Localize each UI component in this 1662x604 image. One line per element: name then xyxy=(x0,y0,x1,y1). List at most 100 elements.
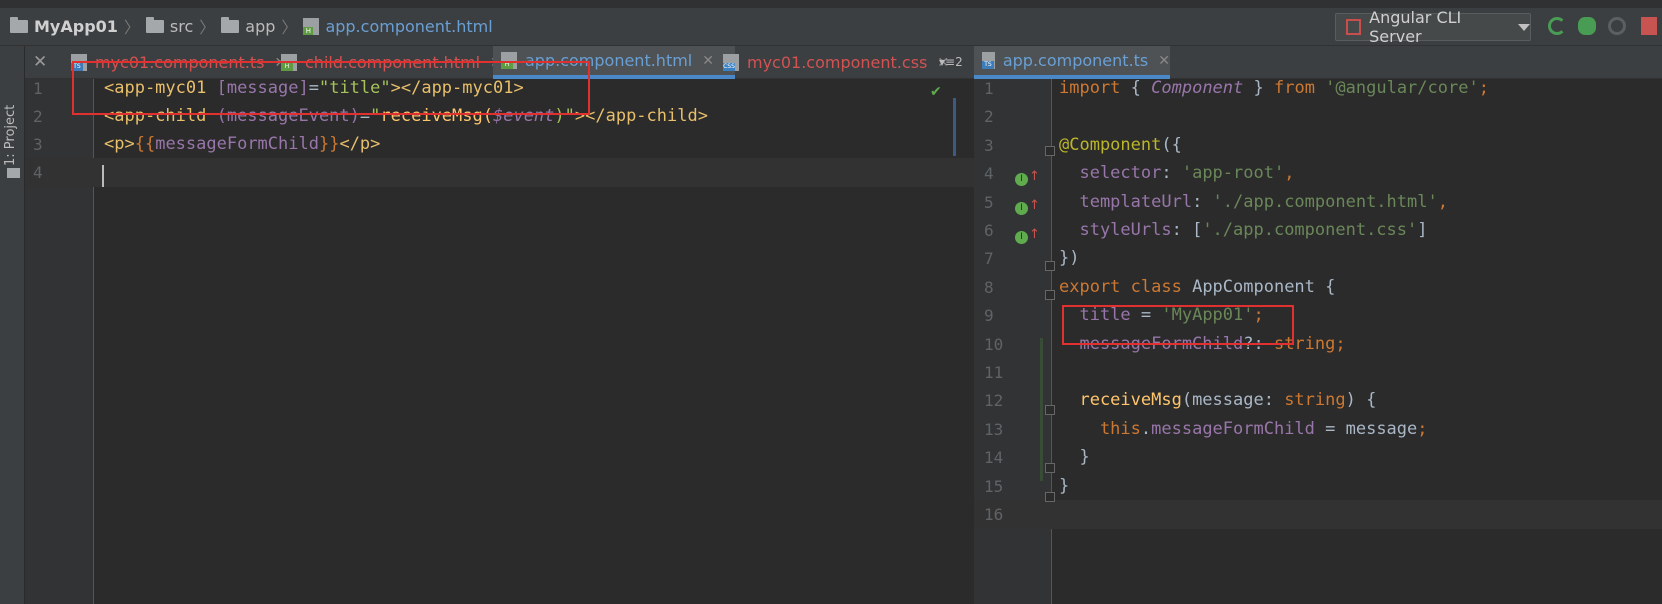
project-tool-window-button[interactable]: 1: Project xyxy=(3,100,18,166)
html-editor[interactable]: 1 <app-myc01 [message]="title"></app-myc0… xyxy=(25,78,974,604)
breadcrumb-src[interactable]: src xyxy=(145,16,193,36)
code-token: } xyxy=(1059,475,1070,496)
implemented-icon[interactable]: I xyxy=(1015,173,1028,186)
code-token: ({ xyxy=(1161,134,1182,155)
code-line[interactable]: 11 xyxy=(974,358,1662,387)
line-number: 4 xyxy=(984,164,994,184)
code-line[interactable]: 8 export class AppComponent { xyxy=(974,273,1662,302)
debug-bug-icon[interactable] xyxy=(1578,17,1596,35)
code-token: this xyxy=(1059,418,1141,439)
code-token: import xyxy=(1059,78,1131,98)
code-token: './app.component.css' xyxy=(1202,220,1418,240)
code-line[interactable]: 13 this.messageFormChild = message; xyxy=(974,415,1662,444)
breadcrumb: MyApp01 〉 src 〉 app 〉 H app.component.ht… xyxy=(10,14,493,38)
code-token: </p> xyxy=(339,134,381,154)
code-token: './app.component.html' xyxy=(1212,191,1438,212)
line-number: 3 xyxy=(33,135,43,154)
code-token: { xyxy=(1130,78,1152,98)
code-token: ; xyxy=(1478,78,1489,98)
code-token: { xyxy=(1325,276,1336,297)
css-file-icon: CSS xyxy=(723,54,739,71)
code-token: string xyxy=(1284,390,1346,411)
code-text: export class AppComponent { xyxy=(1059,273,1335,302)
fold-icon[interactable] xyxy=(1045,290,1055,300)
code-token: class xyxy=(1130,276,1193,297)
code-token: @Component xyxy=(1059,134,1162,155)
breadcrumb-project[interactable]: MyApp01 xyxy=(10,16,118,36)
code-token: } xyxy=(1243,78,1274,98)
hidden-tabs-count: 2 xyxy=(955,55,963,69)
tool-window-strip: 1: Project xyxy=(0,46,25,604)
stop-icon[interactable] xyxy=(1641,17,1657,35)
breadcrumb-file[interactable]: H app.component.html xyxy=(303,17,493,36)
folder-icon xyxy=(145,16,164,33)
arrow-up-icon: ↑ xyxy=(1029,198,1040,213)
code-line[interactable]: 15} xyxy=(974,472,1662,501)
line-number: 15 xyxy=(984,476,1004,496)
code-line[interactable]: 2 xyxy=(974,102,1662,131)
code-token: 'app-root' xyxy=(1181,163,1285,184)
highlight-box xyxy=(1062,305,1294,345)
implemented-icon[interactable]: I xyxy=(1015,231,1028,244)
code-line[interactable]: 3 @Component({ xyxy=(974,131,1662,160)
code-line[interactable]: 4 xyxy=(25,158,974,187)
code-token: '@angular/core' xyxy=(1325,78,1479,98)
code-token: }} xyxy=(318,134,340,154)
folder-icon xyxy=(221,16,240,33)
code-token: styleUrls xyxy=(1059,220,1172,240)
line-number: 12 xyxy=(984,391,1004,411)
code-token: AppComponent xyxy=(1192,276,1326,297)
run-configuration-select[interactable]: Angular CLI Server xyxy=(1335,8,1531,46)
code-line[interactable]: 1 import { Component } from '@angular/cor… xyxy=(974,74,1662,103)
line-number: 9 xyxy=(984,306,994,326)
line-number: 6 xyxy=(984,221,994,240)
folder-icon xyxy=(10,16,28,33)
line-number: 13 xyxy=(984,419,1004,439)
code-token: . xyxy=(1140,418,1152,439)
chevron-down-icon xyxy=(1518,23,1530,31)
menu-strip xyxy=(0,0,1662,8)
code-line[interactable]: 6 styleUrls: ['./app.component.css'] xyxy=(974,216,1662,245)
fold-icon[interactable] xyxy=(1045,492,1055,502)
fold-icon[interactable] xyxy=(1045,261,1055,271)
line-number: 4 xyxy=(33,163,43,182)
tab-label: myc01.component.css xyxy=(747,53,928,72)
code-token: ) { xyxy=(1345,390,1377,411)
code-text: }) xyxy=(1059,244,1079,273)
code-line[interactable]: 4 selector: 'app-root', xyxy=(974,159,1662,188)
code-line[interactable]: 3 <p>{{messageFormChild}}</p> xyxy=(25,130,974,159)
chevron-right-icon: 〉 xyxy=(123,18,140,37)
code-line[interactable]: 5 templateUrl: './app.component.html', xyxy=(974,188,1662,217)
coverage-icon[interactable] xyxy=(1608,17,1626,35)
hidden-tabs-dropdown[interactable]: ▾≡2 xyxy=(939,55,963,69)
code-text: <p>{{messageFormChild}}</p> xyxy=(104,130,380,159)
arrow-up-icon: ↑ xyxy=(1029,169,1040,184)
run-configuration-label: Angular CLI Server xyxy=(1369,8,1462,46)
code-line[interactable]: 16 xyxy=(974,500,1662,529)
code-token: : [ xyxy=(1171,220,1203,240)
code-line[interactable]: 14 } xyxy=(974,443,1662,472)
breadcrumb-app[interactable]: app xyxy=(221,16,275,36)
code-token: : xyxy=(1161,163,1182,184)
line-number: 11 xyxy=(984,363,1004,382)
code-line[interactable]: 7}) xyxy=(974,244,1662,273)
code-token: ; xyxy=(1335,333,1346,354)
fold-icon[interactable] xyxy=(1045,405,1055,415)
fold-icon[interactable] xyxy=(1045,463,1055,473)
line-number: 10 xyxy=(984,334,1004,354)
code-token: messageFormChild xyxy=(155,134,319,154)
close-icon[interactable]: ✕ xyxy=(702,53,714,69)
code-token: templateUrl xyxy=(1059,191,1193,212)
navigation-bar: MyApp01 〉 src 〉 app 〉 H app.component.ht… xyxy=(0,0,1662,46)
close-icon[interactable]: ✕ xyxy=(1158,53,1170,69)
code-text: styleUrls: ['./app.component.css'] xyxy=(1059,216,1427,245)
code-token: Component xyxy=(1151,78,1244,98)
rerun-icon[interactable] xyxy=(1548,17,1566,35)
html-file-icon: H xyxy=(303,17,320,35)
line-number: 1 xyxy=(984,79,994,98)
scrollbar-marker xyxy=(953,98,956,156)
code-line[interactable]: 12 receiveMsg(message: string) { xyxy=(974,386,1662,415)
close-icon[interactable]: ✕ xyxy=(33,52,47,72)
implemented-icon[interactable]: I xyxy=(1015,202,1028,215)
fold-icon[interactable] xyxy=(1045,146,1055,156)
